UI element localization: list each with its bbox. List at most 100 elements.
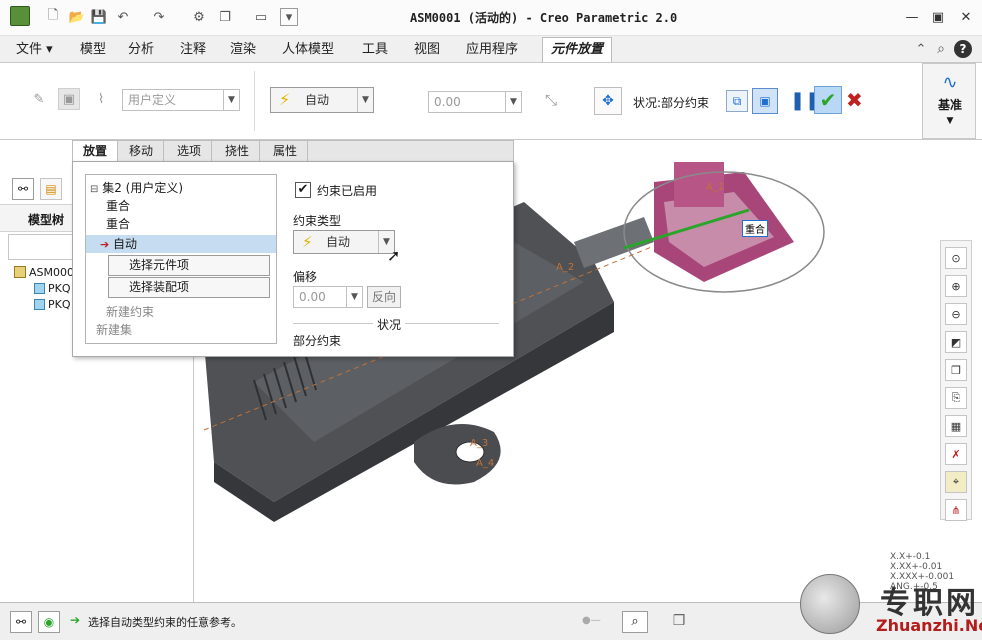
offset-dropdown-value: 0.00 [299, 290, 326, 304]
creo-app-icon[interactable] [10, 6, 30, 26]
chevron-down-icon: ▼ [505, 92, 521, 112]
new-file-icon[interactable]: 🗋 [44, 8, 62, 26]
help-icon[interactable]: ? [954, 40, 972, 58]
message-arrow-icon: ➔ [70, 613, 81, 627]
tab-annotate[interactable]: 注释 [172, 40, 214, 62]
open-folder-icon[interactable]: 📂 [68, 8, 86, 26]
offset-dropdown[interactable]: 0.00 ▼ [293, 286, 363, 308]
tolerance-line: X.XX+-0.01 [890, 562, 943, 572]
undo-icon[interactable]: ↶ [114, 8, 132, 26]
close-window-icon[interactable]: ▭ [252, 8, 270, 26]
status-message: 选择自动类型约束的任意参考。 [88, 616, 242, 629]
zoom-out-icon[interactable]: ⊖ [945, 303, 967, 325]
mouse-cursor-icon: ➚ [387, 246, 401, 265]
axis-label-a3: A_3 [470, 438, 489, 449]
coincident-tag[interactable]: 重合 [742, 220, 768, 237]
saved-views-icon[interactable]: ⎘ [945, 387, 967, 409]
datum-wave-icon: ∿ [942, 72, 958, 93]
tolerance-line: X.X+-0.1 [890, 552, 931, 562]
windows-icon[interactable]: ❐ [216, 8, 234, 26]
constraint-item[interactable]: 重合 [106, 197, 296, 215]
assembly-window-icon[interactable]: ▣ [752, 88, 778, 114]
subtab-properties[interactable]: 属性 [263, 141, 309, 162]
new-constraint[interactable]: 新建约束 [106, 303, 296, 321]
lightning-icon: ⚡ [279, 90, 291, 109]
repaint-icon[interactable]: ◩ [945, 331, 967, 353]
chevron-down-icon: ▼ [223, 90, 239, 110]
constraint-set-label: 集2 (用户定义) [102, 181, 184, 195]
subtab-move[interactable]: 移动 [119, 141, 165, 162]
redo-icon[interactable]: ↷ [150, 8, 168, 26]
constraint-item-label: 自动 [113, 237, 138, 251]
display-style-icon[interactable]: ❒ [945, 359, 967, 381]
customize-toolbar-icon[interactable]: ▾ [280, 8, 298, 26]
subtab-placement[interactable]: 放置 [73, 141, 119, 163]
placement-ribbon: ✎ ▣ ⌇ 用户定义 ▼ ⚡ 自动 ▼ 0.00 ▼ ⤡ ✥ 状况:部分约束 ⧉ ▣… [0, 62, 982, 140]
tab-applications[interactable]: 应用程序 [458, 40, 526, 62]
datum-group[interactable]: ∿ 基准 ▼ [922, 63, 976, 139]
tab-model[interactable]: 模型 [72, 40, 114, 62]
move-component-icon[interactable]: ✥ [594, 87, 622, 115]
refit-icon[interactable]: ⊙ [945, 247, 967, 269]
flip-button[interactable]: 反向 [367, 286, 401, 308]
window-title: ASM0001 (活动的) - Creo Parametric 2.0 [410, 11, 678, 25]
tab-tools[interactable]: 工具 [354, 40, 396, 62]
lightning-icon: ⚡ [302, 233, 313, 251]
tree-item-part[interactable]: PKQ [34, 298, 71, 311]
save-icon[interactable]: 💾 [90, 8, 108, 26]
view-manager-icon[interactable]: ▦ [945, 415, 967, 437]
constraint-item[interactable]: 重合 [106, 215, 296, 233]
offset-combo[interactable]: 0.00 ▼ [428, 91, 522, 113]
subtab-flexibility[interactable]: 挠性 [215, 141, 261, 162]
model-tree-toggle-icon[interactable]: ⚯ [10, 611, 32, 633]
new-set[interactable]: 新建集 [96, 321, 286, 339]
model-tree-icon[interactable]: ⚯ [12, 178, 34, 200]
cancel-x-icon[interactable]: ✖ [846, 88, 863, 112]
constraint-set-combo[interactable]: 用户定义 ▼ [122, 89, 240, 111]
constraint-enabled-checkbox[interactable]: ✔ [295, 182, 311, 198]
find-icon[interactable]: ⌕ [622, 611, 648, 633]
placement-interface-icon[interactable]: ✎ [30, 90, 48, 108]
constraint-item-selected[interactable]: ➔ 自动 [86, 235, 276, 253]
flip-icon[interactable]: ⤡ [542, 91, 560, 109]
select-component-item[interactable]: 选择元件项 [108, 255, 270, 276]
regenerate-icon[interactable]: ⚙ [190, 8, 208, 26]
constraint-set-list[interactable]: ⊟ 集2 (用户定义) 重合 重合 ➔ 自动 选择元件项 选择装配项 新建约束 … [85, 174, 277, 344]
annotation-display-icon[interactable]: ⋔ [945, 499, 967, 521]
tree-item-part[interactable]: PKQ [34, 282, 71, 295]
tab-component-placement[interactable]: 元件放置 [542, 37, 613, 62]
spin-center-icon[interactable]: ⌖ [945, 471, 967, 493]
maximize-button[interactable]: ▣ [924, 6, 952, 28]
watermark-ball-logo [800, 574, 860, 634]
separate-window-icon[interactable]: ⧉ [726, 90, 748, 112]
ok-check-icon[interactable]: ✔ [814, 86, 842, 114]
axis-label-a1: A_1 [706, 182, 725, 193]
tab-analysis[interactable]: 分析 [120, 40, 162, 62]
select-assembly-item[interactable]: 选择装配项 [108, 277, 270, 298]
folder-browser-icon[interactable]: ▤ [40, 178, 62, 200]
constraint-type-combo[interactable]: ⚡ 自动 ▼ [270, 87, 374, 113]
subtab-options[interactable]: 选项 [167, 141, 213, 162]
datum-display-icon[interactable]: ✗ [945, 443, 967, 465]
minimize-button[interactable]: — [898, 6, 926, 28]
tab-manikin[interactable]: 人体模型 [274, 40, 342, 62]
use-interface-icon[interactable]: ▣ [58, 88, 80, 110]
tab-render[interactable]: 渲染 [222, 40, 264, 62]
constraint-type-dropdown[interactable]: ⚡ 自动 ▼ [293, 230, 395, 254]
selection-filter-icon[interactable]: ❒ [668, 611, 690, 633]
part-icon [34, 299, 45, 310]
constraint-set-header[interactable]: ⊟ 集2 (用户定义) [90, 179, 280, 197]
tab-view[interactable]: 视图 [406, 40, 448, 62]
tree-item-asm[interactable]: ASM0001 [14, 266, 81, 279]
search-icon[interactable]: ⌕ [932, 40, 950, 58]
constraint-set-value: 用户定义 [128, 93, 177, 107]
collapse-ribbon-icon[interactable]: ⌃ [912, 40, 930, 58]
zoom-in-icon[interactable]: ⊕ [945, 275, 967, 297]
chevron-down-icon: ▼ [346, 287, 362, 307]
arrow-right-icon: ➔ [100, 238, 110, 251]
browser-toggle-icon[interactable]: ◉ [38, 611, 60, 633]
view-toolbar: ⊙ ⊕ ⊖ ◩ ❒ ⎘ ▦ ✗ ⌖ ⋔ [940, 240, 972, 521]
close-button[interactable]: ✕ [952, 6, 980, 28]
connection-icon[interactable]: ⌇ [92, 90, 110, 108]
tab-file[interactable]: 文件 ▾ [8, 40, 61, 62]
